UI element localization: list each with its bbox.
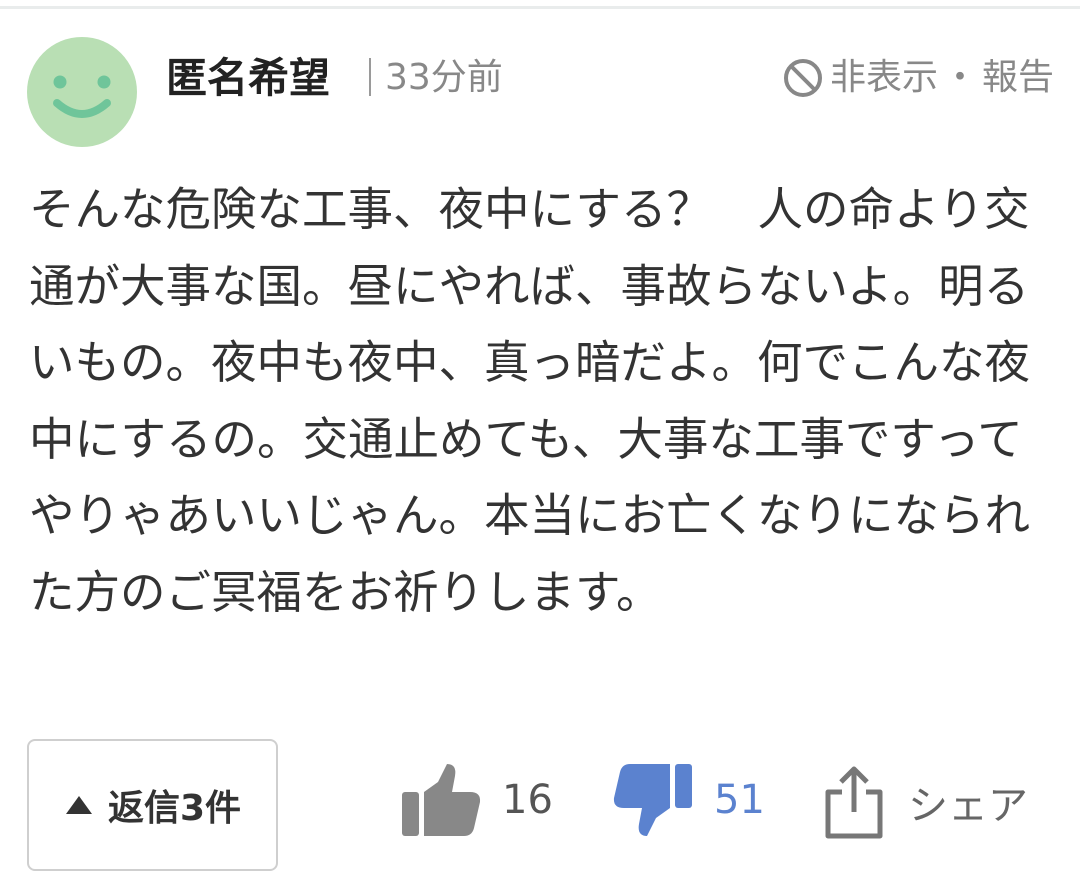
like-count: 16 <box>502 777 553 823</box>
dislike-button[interactable]: 51 <box>612 762 765 838</box>
share-icon <box>825 766 883 839</box>
separator-dot: ・ <box>941 57 978 98</box>
top-divider <box>0 6 1080 9</box>
hide-link[interactable]: 非表示 <box>830 54 938 102</box>
thumbs-up-icon <box>402 764 481 836</box>
share-label: シェア <box>908 783 1028 829</box>
timestamp: 33分前 <box>385 57 503 98</box>
report-link[interactable]: 報告 <box>982 54 1054 102</box>
user-avatar[interactable] <box>27 37 137 147</box>
hide-report-actions: 非表示 ・ 報告 <box>782 54 1054 102</box>
replies-button[interactable]: 返信3件 <box>27 739 278 871</box>
thumbs-down-icon <box>613 764 692 836</box>
comment-body: そんな危険な工事、夜中にする？ 人の命より交通が大事な国。昼にやれば、事故らない… <box>29 183 1031 619</box>
like-button[interactable]: 16 <box>400 762 553 838</box>
triangle-up-icon <box>65 796 92 814</box>
dislike-count: 51 <box>714 777 765 823</box>
hide-icon[interactable] <box>782 57 824 99</box>
share-button[interactable]: シェア <box>824 764 1028 840</box>
meta-separator <box>369 58 371 96</box>
username[interactable]: 匿名希望 <box>166 50 330 106</box>
replies-label: 返信3件 <box>107 788 242 829</box>
smiley-face-icon <box>53 75 111 118</box>
